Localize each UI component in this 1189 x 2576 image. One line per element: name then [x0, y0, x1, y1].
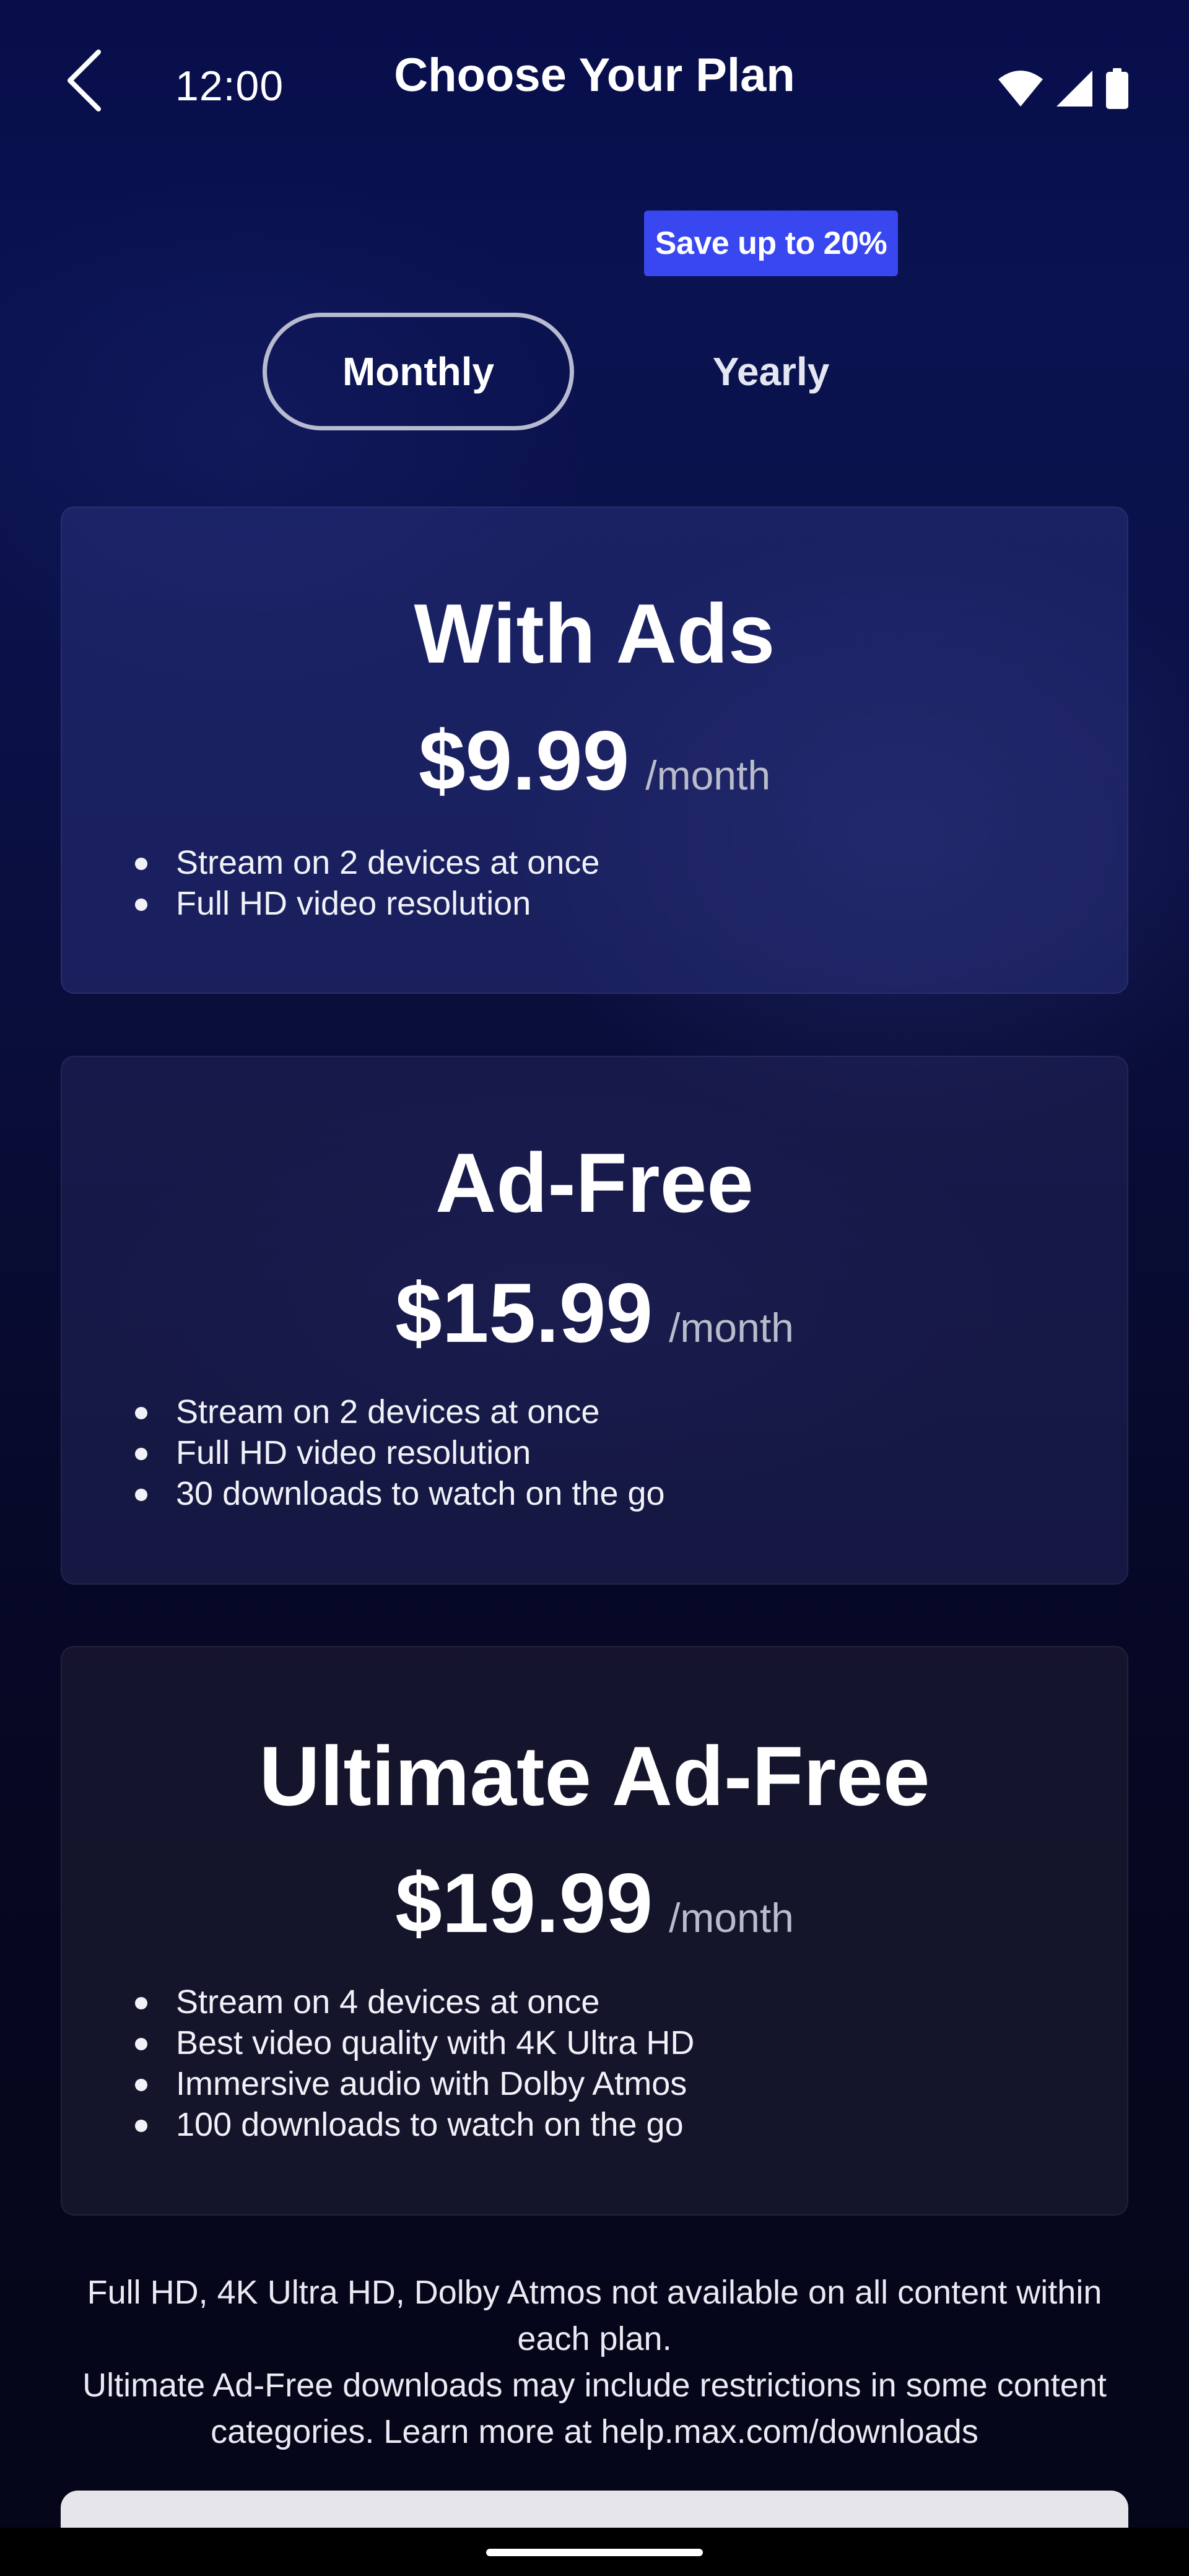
- feature-item: Full HD video resolution: [135, 883, 599, 924]
- plan-card-with-ads[interactable]: With Ads $9.99 /month Stream on 2 device…: [61, 507, 1128, 994]
- plan-period: /month: [645, 752, 771, 798]
- price-row: $15.99 /month: [62, 1271, 1127, 1355]
- plan-period: /month: [669, 1895, 794, 1941]
- gesture-handle[interactable]: [486, 2549, 703, 2556]
- plan-card-ultimate-ad-free[interactable]: Ultimate Ad-Free $19.99 /month Stream on…: [61, 1646, 1128, 2216]
- plan-name: Ad-Free: [435, 1136, 754, 1230]
- plan-name: With Ads: [414, 586, 775, 681]
- save-badge: Save up to 20%: [644, 211, 898, 276]
- feature-item: Stream on 2 devices at once: [135, 1391, 665, 1432]
- feature-item: Best video quality with 4K Ultra HD: [135, 2022, 694, 2063]
- feature-item: 100 downloads to watch on the go: [135, 2104, 694, 2145]
- disclaimer-line: Full HD, 4K Ultra HD, Dolby Atmos not av…: [87, 2274, 1102, 2357]
- price-row: $19.99 /month: [62, 1861, 1127, 1945]
- price-row: $9.99 /month: [62, 718, 1127, 803]
- battery-icon: [1106, 68, 1128, 109]
- disclaimer: Full HD, 4K Ultra HD, Dolby Atmos not av…: [62, 2269, 1127, 2455]
- status-icons: [997, 67, 1130, 110]
- plan-price: $9.99: [418, 713, 630, 807]
- disclaimer-line: Ultimate Ad-Free downloads may include r…: [82, 2367, 1107, 2450]
- wifi-icon: [998, 71, 1043, 107]
- feature-item: 30 downloads to watch on the go: [135, 1473, 665, 1514]
- plan-card-ad-free[interactable]: Ad-Free $15.99 /month Stream on 2 device…: [61, 1056, 1128, 1585]
- plan-period: /month: [669, 1305, 794, 1351]
- feature-item: Stream on 2 devices at once: [135, 842, 599, 883]
- toggle-yearly[interactable]: Yearly: [625, 313, 917, 430]
- plan-name: Ultimate Ad-Free: [259, 1729, 930, 1823]
- feature-list: Stream on 2 devices at once Full HD vide…: [135, 1391, 665, 1514]
- feature-item: Full HD video resolution: [135, 1432, 665, 1473]
- feature-item: Immersive audio with Dolby Atmos: [135, 2063, 694, 2104]
- toggle-monthly[interactable]: Monthly: [263, 313, 574, 430]
- plan-price: $19.99: [395, 1856, 653, 1950]
- feature-item: Stream on 4 devices at once: [135, 1982, 694, 2022]
- feature-list: Stream on 4 devices at once Best video q…: [135, 1982, 694, 2145]
- plan-price: $15.99: [395, 1266, 653, 1360]
- cellular-signal-icon: [1056, 71, 1092, 107]
- feature-list: Stream on 2 devices at once Full HD vide…: [135, 842, 599, 924]
